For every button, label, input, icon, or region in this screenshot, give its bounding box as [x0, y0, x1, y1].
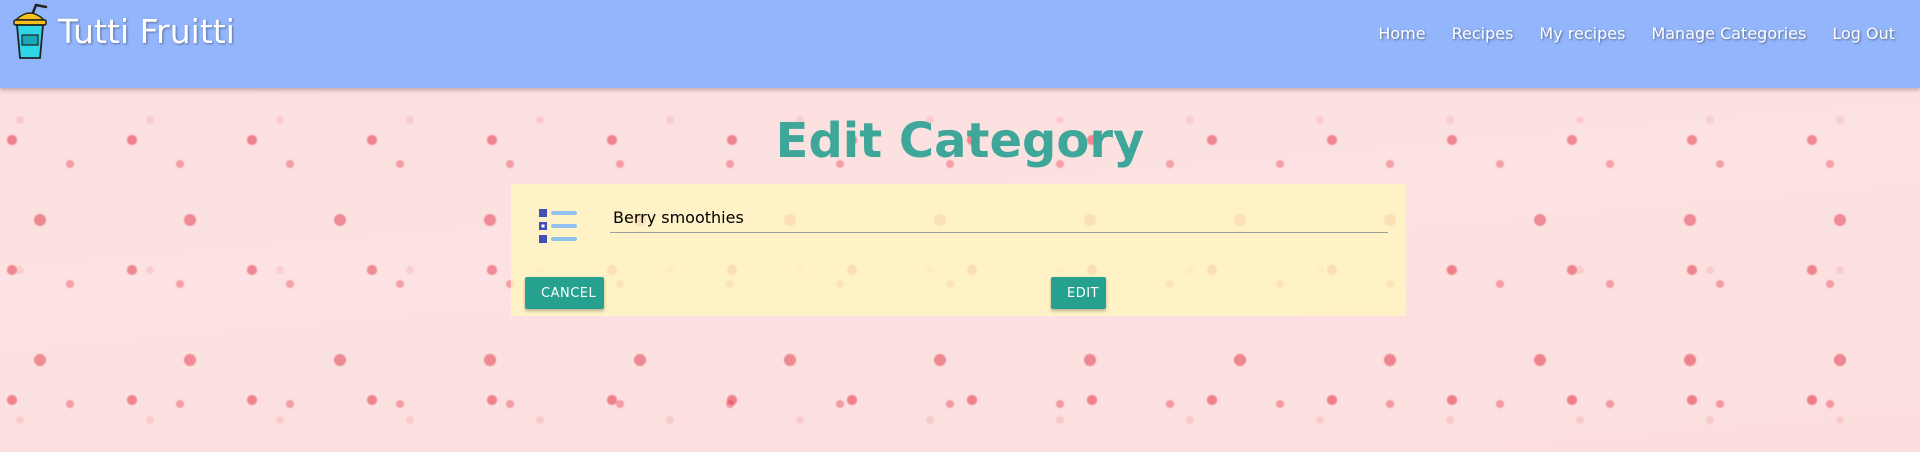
page-title: Edit Category: [775, 113, 1145, 169]
nav-recipes-link[interactable]: Recipes: [1439, 22, 1527, 46]
cancel-button[interactable]: Cancel: [525, 277, 604, 309]
navbar: Tutti Fruitti Home Recipes My recipes Ma…: [0, 0, 1920, 88]
category-name-input[interactable]: [610, 202, 1388, 233]
page: Tutti Fruitti Home Recipes My recipes Ma…: [0, 0, 1920, 452]
nav-logout-link[interactable]: Log Out: [1819, 22, 1908, 46]
edit-button[interactable]: Edit: [1051, 277, 1106, 309]
brand-name: Tutti Fruitti: [58, 12, 235, 51]
nav-my-recipes-link[interactable]: My recipes: [1526, 22, 1638, 46]
edit-button-label: Edit: [1067, 285, 1099, 301]
cancel-button-label: Cancel: [541, 285, 597, 301]
nav-manage-categories-link[interactable]: Manage Categories: [1638, 22, 1819, 46]
brand-link[interactable]: Tutti Fruitti: [10, 2, 235, 62]
smoothie-cup-icon: [13, 3, 48, 59]
nav-menu: Home Recipes My recipes Manage Categorie…: [1365, 22, 1908, 46]
nav-home-link[interactable]: Home: [1365, 22, 1438, 46]
edit-category-form: Cancel Edit: [511, 184, 1406, 316]
list-icon: [539, 209, 577, 243]
